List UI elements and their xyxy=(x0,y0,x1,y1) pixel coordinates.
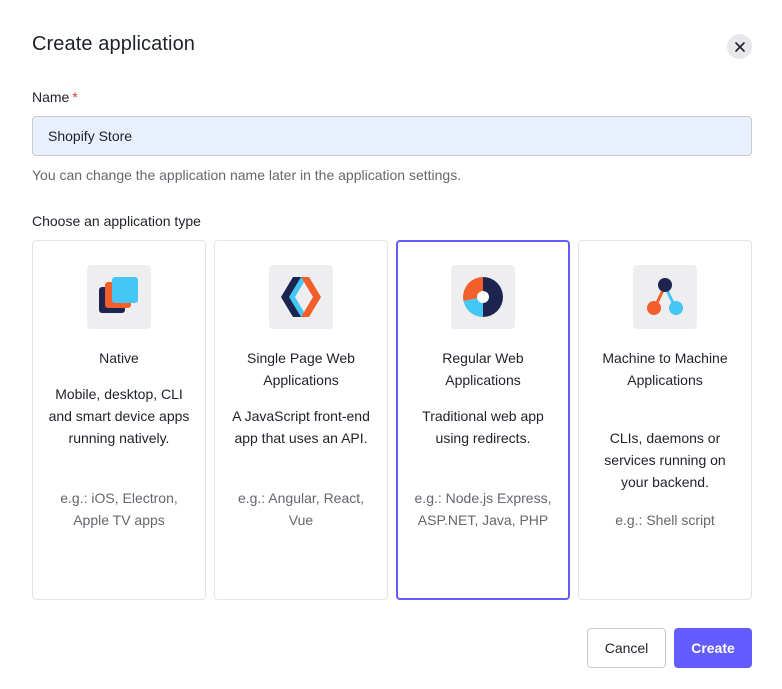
machine-to-machine-icon xyxy=(633,265,697,329)
card-spa-title: Single Page Web Applications xyxy=(247,350,355,388)
close-button[interactable] xyxy=(727,34,752,59)
name-label: Name * xyxy=(32,89,78,105)
card-regular-web-examples: e.g.: Node.js Express, ASP.NET, Java, PH… xyxy=(414,490,552,528)
native-app-icon xyxy=(87,265,151,329)
regular-web-icon xyxy=(451,265,515,329)
card-machine-to-machine-description: CLIs, daemons or services running on you… xyxy=(604,430,726,490)
card-native-examples: e.g.: iOS, Electron, Apple TV apps xyxy=(60,490,178,528)
card-machine-to-machine-examples: e.g.: Shell script xyxy=(615,512,715,528)
application-type-label: Choose an application type xyxy=(32,213,201,229)
card-native-title: Native xyxy=(99,350,139,366)
dialog-title: Create application xyxy=(32,33,196,55)
cancel-button[interactable]: Cancel xyxy=(587,628,666,668)
card-regular-web-description: Traditional web app using redirects. xyxy=(422,408,544,446)
card-machine-to-machine-title: Machine to Machine Applications xyxy=(602,350,728,388)
card-regular-web-title: Regular Web Applications xyxy=(442,350,524,388)
card-spa-description: A JavaScript front-end app that uses an … xyxy=(232,408,370,446)
spa-icon xyxy=(269,265,333,329)
close-icon xyxy=(734,41,745,52)
card-native[interactable]: Native Mobile, desktop, CLI and smart de… xyxy=(32,240,206,600)
application-name-input[interactable] xyxy=(32,116,752,156)
card-native-description: Mobile, desktop, CLI and smart device ap… xyxy=(48,386,190,446)
create-application-dialog: Create application Name* You can change … xyxy=(0,0,782,689)
create-button[interactable]: Create xyxy=(674,628,752,668)
card-machine-to-machine[interactable]: Machine to Machine Applications CLIs, da… xyxy=(578,240,752,600)
card-spa[interactable]: Single Page Web Applications A JavaScrip… xyxy=(214,240,388,600)
name-label-text: Name xyxy=(32,89,70,105)
application-type-cards: Native Mobile, desktop, CLI and smart de… xyxy=(32,240,752,600)
card-spa-examples: e.g.: Angular, React, Vue xyxy=(237,490,365,528)
card-regular-web[interactable]: Regular Web Applications Traditional web… xyxy=(396,240,570,600)
name-helper-text: You can change the application name late… xyxy=(32,167,462,183)
required-mark: * xyxy=(72,89,78,105)
